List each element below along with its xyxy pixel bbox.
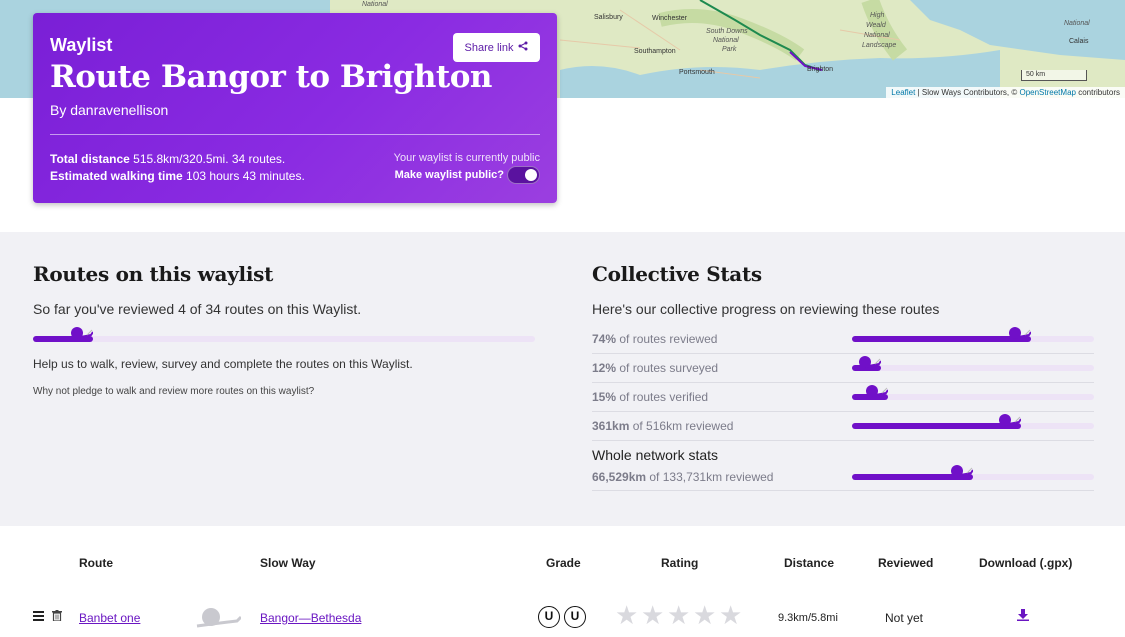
stat-value: 12% — [592, 361, 617, 375]
stat-bar-reviewed — [852, 327, 1094, 342]
make-public-label: Make waylist public? — [394, 169, 504, 181]
make-public-toggle[interactable] — [507, 166, 540, 184]
column-header-route[interactable]: Route — [79, 556, 113, 570]
pledge-text: Why not pledge to walk and review more r… — [33, 386, 315, 397]
total-distance-label: Total distance — [50, 152, 130, 166]
snail-icon — [195, 608, 243, 631]
attribution-suffix: contributors — [1075, 88, 1120, 97]
snail-icon — [863, 385, 888, 398]
attribution-text: | Slow Ways Contributors, © — [915, 88, 1020, 97]
stat-bar-verified — [852, 385, 1094, 400]
slow-way-link[interactable]: Bangor—Bethesda — [260, 611, 361, 625]
map-place: Brighton — [807, 66, 834, 73]
snail-icon — [856, 356, 881, 369]
stat-value: 15% — [592, 390, 617, 404]
stat-text: of routes surveyed — [616, 361, 719, 375]
network-stats-text: 66,529km of 133,731km reviewed — [592, 470, 773, 484]
stat-text: of 516km reviewed — [629, 419, 734, 433]
network-label: of 133,731km reviewed — [646, 470, 774, 484]
routes-section-title: Routes on this waylist — [33, 262, 274, 286]
page-title: Route Bangor to Brighton — [50, 59, 492, 95]
snail-icon — [68, 327, 93, 340]
network-value: 66,529km — [592, 470, 647, 484]
toggle-knob — [525, 169, 537, 181]
personal-progress-bar — [33, 327, 535, 342]
stat-label: 12% of routes surveyed — [592, 361, 718, 375]
map-place: National — [1064, 20, 1090, 27]
stat-text: of routes verified — [616, 390, 709, 404]
stat-label: 361km of 516km reviewed — [592, 419, 733, 433]
rating-star-icon: ★ — [719, 600, 743, 630]
map-place: Landscape — [862, 42, 897, 49]
stat-bar-km-reviewed — [852, 414, 1094, 429]
grade-badge: U — [538, 606, 560, 628]
column-header-slow-way[interactable]: Slow Way — [260, 556, 316, 570]
table-row: Banbet one Bangor—Bethesda 9.3km/5.8mi N… — [0, 604, 1125, 634]
map-place: National — [362, 1, 388, 8]
route-distance: 9.3km/5.8mi — [778, 612, 838, 624]
stat-bar-network — [852, 465, 1094, 480]
map-place: Portsmouth — [679, 69, 715, 76]
map-place: National — [713, 37, 739, 44]
stat-bar-surveyed — [852, 356, 1094, 371]
column-header-rating[interactable]: Rating — [661, 556, 698, 570]
map-place: Southampton — [634, 48, 676, 55]
map-place: Salisbury — [594, 14, 623, 21]
stat-value: 361km — [592, 419, 630, 433]
column-header-distance[interactable]: Distance — [784, 556, 834, 570]
route-link[interactable]: Banbet one — [79, 611, 140, 625]
help-text: Help us to walk, review, survey and comp… — [33, 357, 413, 371]
rating-star-icon: ★ — [693, 600, 717, 630]
share-link-label: Share link — [464, 41, 514, 54]
share-link-button[interactable]: Share link — [453, 33, 540, 62]
column-header-reviewed[interactable]: Reviewed — [878, 556, 933, 570]
public-setting: Your waylist is currently public Make wa… — [394, 150, 540, 184]
rating-star-icon: ★ — [667, 600, 691, 630]
waylist-header-card: Waylist Route Bangor to Brighton By danr… — [33, 13, 557, 203]
header-divider — [50, 134, 540, 135]
public-status-note: Your waylist is currently public — [393, 152, 540, 164]
map-place: South Downs — [706, 28, 748, 35]
network-stats-title: Whole network stats — [592, 447, 719, 463]
reorder-handle-icon[interactable] — [33, 610, 44, 624]
column-header-download[interactable]: Download (.gpx) — [979, 556, 1072, 570]
map-place: Winchester — [652, 15, 688, 22]
map-place: National — [864, 32, 890, 39]
map-attribution: Leaflet | Slow Ways Contributors, © Open… — [886, 87, 1125, 98]
author-byline: By danravenellison — [50, 102, 169, 118]
map-scale: 50 km — [1021, 70, 1087, 81]
stat-label: 74% of routes reviewed — [592, 332, 717, 346]
stat-label: 15% of routes verified — [592, 390, 708, 404]
snail-icon — [996, 414, 1021, 427]
leaflet-link[interactable]: Leaflet — [891, 88, 915, 97]
column-header-grade[interactable]: Grade — [546, 556, 581, 570]
network-divider — [592, 490, 1094, 491]
total-distance-value: 515.8km/320.5mi. 34 routes. — [133, 152, 286, 166]
download-gpx-icon[interactable] — [1017, 609, 1029, 624]
osm-link[interactable]: OpenStreetMap — [1019, 88, 1075, 97]
grade-badge: U — [564, 606, 586, 628]
map-place: Weald — [866, 22, 886, 29]
rating-star-icon: ★ — [615, 600, 639, 630]
snail-icon — [948, 465, 973, 478]
waylist-summary: Total distance 515.8km/320.5mi. 34 route… — [50, 151, 305, 185]
snail-icon — [1006, 327, 1031, 340]
stat-text: of routes reviewed — [616, 332, 718, 346]
stat-value: 74% — [592, 332, 617, 346]
reviewed-status: Not yet — [885, 611, 924, 625]
collective-stats-title: Collective Stats — [592, 262, 762, 286]
delete-icon[interactable] — [52, 610, 62, 624]
collective-intro: Here's our collective progress on review… — [592, 301, 940, 317]
share-icon — [518, 41, 528, 54]
walking-time-value: 103 hours 43 minutes. — [186, 169, 305, 183]
map-place: High — [870, 12, 885, 19]
rating-star-icon: ★ — [641, 600, 665, 630]
map-place: Park — [722, 46, 737, 53]
waylist-kicker: Waylist — [50, 35, 113, 55]
walking-time-label: Estimated walking time — [50, 169, 183, 183]
reviewed-progress-text: So far you've reviewed 4 of 34 routes on… — [33, 301, 362, 317]
map-place: Calais — [1069, 38, 1089, 45]
